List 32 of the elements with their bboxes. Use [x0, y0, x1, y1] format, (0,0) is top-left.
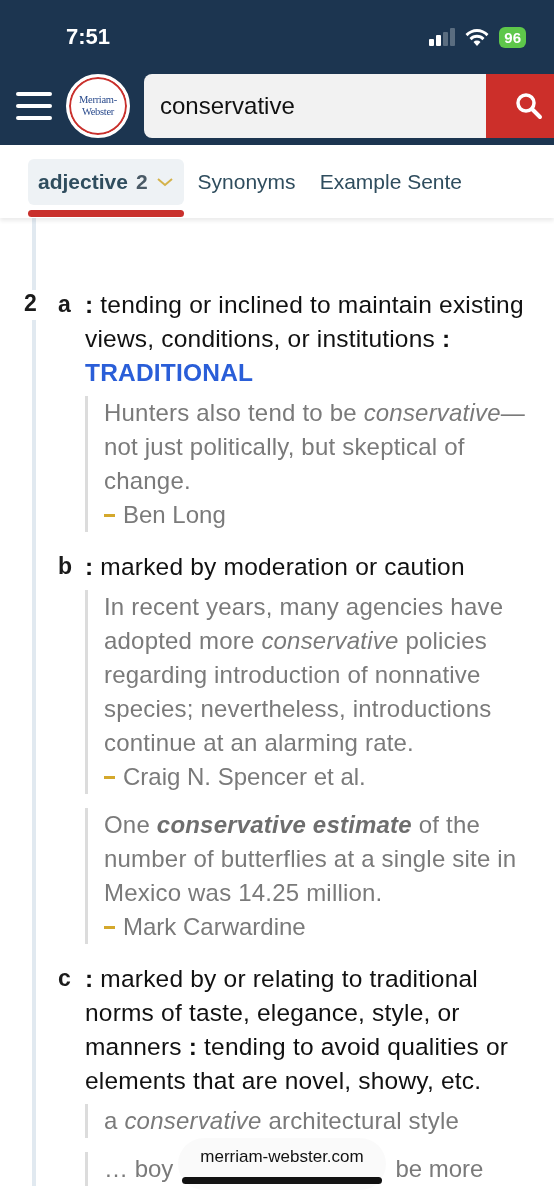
definition-text: : marked by or relating to traditional norms of taste, elegance, style, or manners : tending to avoid qualities or elements that are novel, showy, etc. — [85, 965, 509, 1094]
sense-letter: c — [58, 964, 72, 993]
menu-icon[interactable] — [16, 92, 52, 120]
tab[interactable]: Synonyms — [187, 158, 306, 205]
example-text: be more — [395, 1154, 484, 1184]
example-text: … boy — [104, 1154, 174, 1184]
example-author: Craig N. Spencer et al. — [123, 762, 366, 792]
dash-mark — [104, 775, 115, 779]
example-sentence: a conservative architectural style — [104, 1106, 460, 1136]
search-icon — [515, 92, 543, 120]
url-pill[interactable]: merriam-webster.com — [178, 1138, 386, 1190]
synonym-link[interactable]: TRADITIONAL — [85, 356, 542, 390]
clock-time: 7:51 — [66, 24, 112, 50]
battery-indicator: 96 — [499, 26, 526, 48]
example-author: Ben Long — [123, 500, 226, 530]
logo[interactable]: Merriam- Webster — [66, 74, 130, 138]
search-field[interactable]: conservative — [144, 74, 486, 138]
sense-letter: b — [58, 552, 74, 581]
definition-text: : tending or inclined to maintain existing views, conditions, or institutions : — [85, 291, 524, 352]
example-author: Mark Carwardine — [123, 912, 306, 942]
search-button[interactable] — [486, 74, 554, 138]
chevron-down-icon — [155, 176, 174, 187]
example-sentence: In recent years, many agencies have adopted more conservative policies regarding introduction of nonnative species; nevertheless, introductions continue at an alarming rate. — [104, 592, 505, 758]
example-sentence: One conservative estimate of the number of butterflies at a single site in Mexico was 14.25 million. — [104, 810, 518, 908]
example-sentence: Hunters also tend to be conservative—not just politically, but skeptical of change. — [104, 398, 526, 496]
wifi-icon — [465, 28, 490, 46]
dash-mark — [104, 513, 115, 517]
sense-letter: a — [58, 290, 72, 319]
tab[interactable]: Example Sente — [309, 158, 473, 205]
definition-text: : marked by moderation or caution — [85, 553, 465, 580]
dash-mark — [104, 925, 115, 929]
signal-icon — [429, 28, 456, 46]
